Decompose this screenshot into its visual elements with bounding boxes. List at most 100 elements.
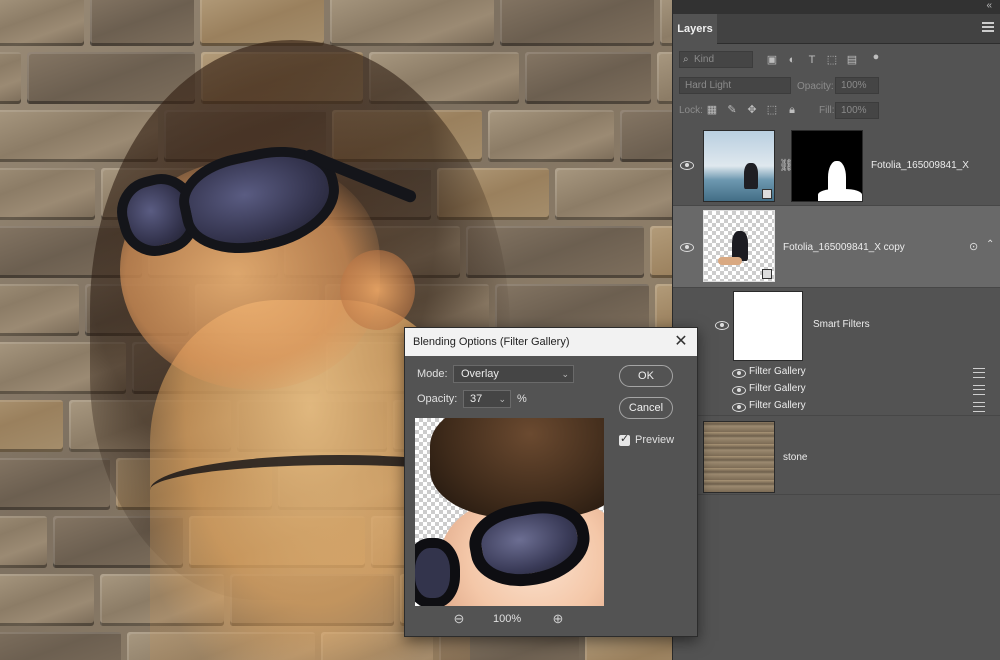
chevron-down-icon[interactable]: ⌄: [498, 391, 506, 407]
tab-layers[interactable]: Layers: [673, 14, 717, 44]
cancel-button[interactable]: Cancel: [619, 397, 673, 419]
brick: [278, 458, 416, 510]
visibility-eye-icon[interactable]: [680, 243, 694, 252]
smart-object-badge-icon: [762, 269, 772, 279]
layer-name: Fotolia_165009841_X copy: [783, 242, 905, 253]
panel-menu-icon[interactable]: [982, 22, 994, 32]
brick: [27, 52, 195, 104]
lock-all-icon[interactable]: 🔒︎: [785, 103, 799, 117]
fill-input[interactable]: 100%: [835, 102, 879, 119]
visibility-eye-icon[interactable]: [732, 386, 746, 395]
smart-filters-row[interactable]: Smart Filters: [673, 288, 1000, 368]
brick-row: [0, 222, 672, 282]
brick: [201, 52, 363, 104]
layer-row-original[interactable]: ⛓ Fotolia_165009841_X: [673, 124, 1000, 206]
brick: [0, 400, 63, 452]
filter-blending-options-icon[interactable]: [973, 402, 985, 412]
brick: [525, 52, 651, 104]
brick: [660, 0, 672, 46]
close-icon[interactable]: ✕: [673, 328, 689, 356]
collapse-effects-icon[interactable]: ⌃: [986, 239, 994, 250]
filter-gallery-row[interactable]: Filter Gallery: [673, 398, 1000, 416]
layer-thumbnail: [703, 421, 775, 493]
smart-object-badge-icon: [762, 189, 772, 199]
blend-mode-select[interactable]: Hard Light: [679, 77, 791, 94]
opacity-input[interactable]: 37 ⌄: [463, 390, 511, 408]
brick: [195, 284, 319, 336]
visibility-eye-icon[interactable]: [680, 161, 694, 170]
brick-row: [0, 106, 672, 166]
lock-image-icon[interactable]: ✎: [725, 103, 739, 117]
layer-thumbnail: [703, 210, 775, 282]
layer-name: Smart Filters: [813, 319, 870, 330]
visibility-eye-icon[interactable]: [732, 403, 746, 412]
opacity-input[interactable]: 100%: [835, 77, 879, 94]
filter-blending-options-icon[interactable]: [973, 385, 985, 395]
filter-pixel-icon[interactable]: ▣: [765, 53, 779, 67]
brick: [237, 400, 387, 452]
filter-toggle-icon[interactable]: ●: [869, 50, 883, 64]
brick: [243, 168, 431, 220]
opacity-unit: %: [517, 393, 527, 405]
filter-adjustment-icon[interactable]: ◐: [785, 53, 799, 67]
ok-button[interactable]: OK: [619, 365, 673, 387]
smart-filter-indicator-icon[interactable]: ⊙: [969, 240, 978, 253]
brick: [132, 342, 320, 394]
brick: [620, 110, 672, 162]
fill-label: Fill:: [819, 105, 835, 116]
visibility-eye-icon[interactable]: [715, 321, 729, 330]
filter-name: Filter Gallery: [749, 366, 806, 377]
filter-type-icon[interactable]: T: [805, 53, 819, 67]
brick: [85, 284, 189, 336]
brick: [148, 226, 278, 278]
layer-name: stone: [783, 452, 808, 463]
filter-smart-object-icon[interactable]: ▤: [845, 53, 859, 67]
lock-transparent-icon[interactable]: ▦: [705, 103, 719, 117]
preview-image[interactable]: [415, 418, 604, 606]
dialog-title-bar[interactable]: Blending Options (Filter Gallery) ✕: [405, 328, 697, 356]
person-legs: [718, 257, 742, 265]
brick: [330, 0, 494, 46]
filter-shape-icon[interactable]: ⬚: [825, 53, 839, 67]
chevron-down-icon: ⌄: [561, 369, 569, 379]
mode-select[interactable]: Overlay ⌄: [453, 365, 574, 383]
visibility-eye-icon[interactable]: [732, 369, 746, 378]
brick: [466, 226, 644, 278]
zoom-level: 100%: [493, 613, 522, 625]
filter-kind-select[interactable]: ⌕ Kind: [679, 51, 753, 68]
dialog-title: Blending Options (Filter Gallery): [413, 336, 570, 348]
filter-gallery-row[interactable]: Filter Gallery: [673, 381, 1000, 398]
filter-gallery-row[interactable]: Filter Gallery: [673, 364, 1000, 381]
brick: [90, 0, 194, 46]
layer-filter-row: ⌕ Kind ▣ ◐ T ⬚ ▤ ●: [673, 48, 1000, 72]
brick: [127, 632, 315, 660]
brick: [101, 168, 237, 220]
brick: [555, 168, 672, 220]
lock-position-icon[interactable]: ✥: [745, 103, 759, 117]
brick: [284, 226, 460, 278]
zoom-in-icon[interactable]: ⊕: [551, 612, 565, 626]
layer-row-copy[interactable]: Fotolia_165009841_X copy ⊙ ⌃: [673, 206, 1000, 288]
collapse-panels-icon[interactable]: «: [986, 0, 992, 11]
lock-artboard-icon[interactable]: ⬚: [765, 103, 779, 117]
brick: [437, 168, 549, 220]
person-silhouette: [744, 163, 758, 189]
brick-row: [0, 164, 672, 224]
layer-row-stone[interactable]: stone: [673, 417, 1000, 495]
lock-row: Lock: ▦ ✎ ✥ ⬚ 🔒︎ Fill: 100%: [673, 100, 1000, 122]
brick: [657, 52, 672, 104]
brick: [369, 52, 519, 104]
opacity-label: Opacity:: [797, 81, 834, 92]
layer-mask-thumbnail[interactable]: [791, 130, 863, 202]
preview-checkbox[interactable]: [619, 432, 630, 446]
preview-hair: [430, 418, 604, 518]
zoom-out-icon[interactable]: ⊖: [452, 612, 466, 626]
smart-filter-mask-thumbnail[interactable]: [733, 291, 803, 361]
filter-blending-options-icon[interactable]: [973, 368, 985, 378]
brick: [200, 0, 324, 46]
blend-row: Hard Light Opacity: 100%: [673, 75, 1000, 97]
brick-row: [0, 0, 672, 50]
brick: [164, 110, 326, 162]
brick: [0, 342, 126, 394]
brick-row: [0, 48, 672, 108]
